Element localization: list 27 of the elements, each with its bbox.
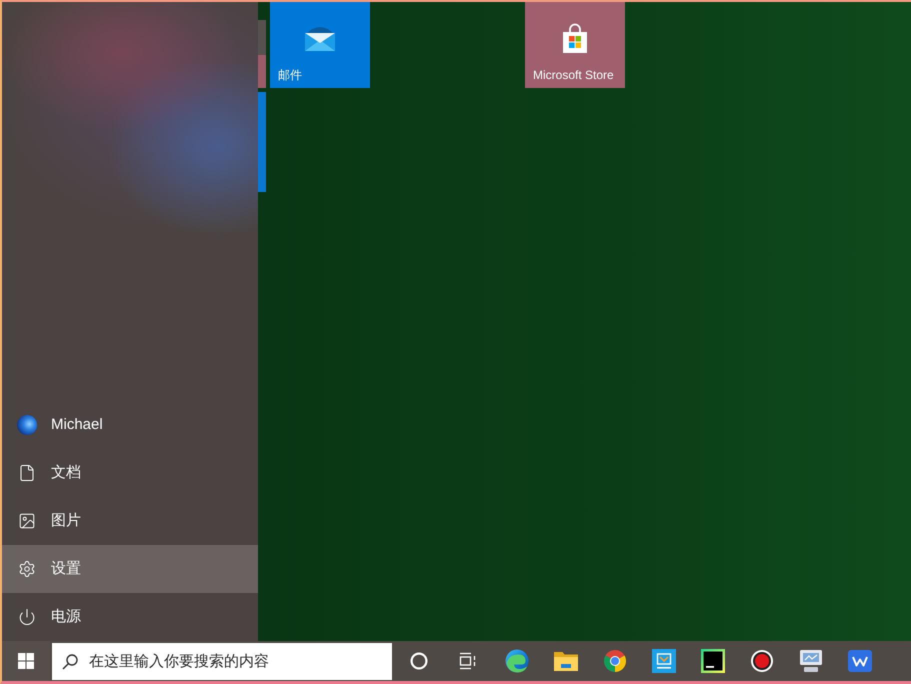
search-icon [62, 654, 78, 670]
menu-item[interactable]: 文档 [2, 449, 258, 497]
browser-swirl-icon[interactable] [504, 649, 528, 673]
app-window-icon[interactable] [652, 649, 676, 673]
monitor-app-icon[interactable] [798, 650, 822, 672]
menu-item[interactable]: 电源 [2, 593, 258, 641]
document-icon [18, 464, 36, 482]
settings-icon [18, 560, 36, 578]
zigzag-app-icon[interactable] [848, 650, 872, 672]
user-account-button[interactable]: Michael [2, 401, 258, 449]
windows-logo-icon [18, 653, 34, 669]
shopping-bag-icon [560, 23, 590, 53]
ring-icon[interactable] [410, 652, 428, 670]
record-icon[interactable] [750, 650, 772, 672]
search-field[interactable]: 在这里输入你要搜索的内容 [52, 643, 392, 680]
folder-icon[interactable] [554, 651, 578, 671]
menu-item[interactable]: 图片 [2, 497, 258, 545]
start-button[interactable] [2, 641, 50, 681]
dark-app-icon[interactable] [700, 649, 724, 673]
menu-item[interactable]: 设置 [2, 545, 258, 593]
power-icon [18, 608, 36, 626]
round-browser-icon[interactable] [602, 649, 626, 673]
task-view-icon[interactable] [458, 652, 476, 670]
app-tile[interactable]: 邮件 [270, 2, 370, 88]
user-avatar-icon [17, 415, 37, 435]
picture-icon [18, 512, 36, 530]
app-tile[interactable]: Microsoft Store [525, 2, 625, 88]
